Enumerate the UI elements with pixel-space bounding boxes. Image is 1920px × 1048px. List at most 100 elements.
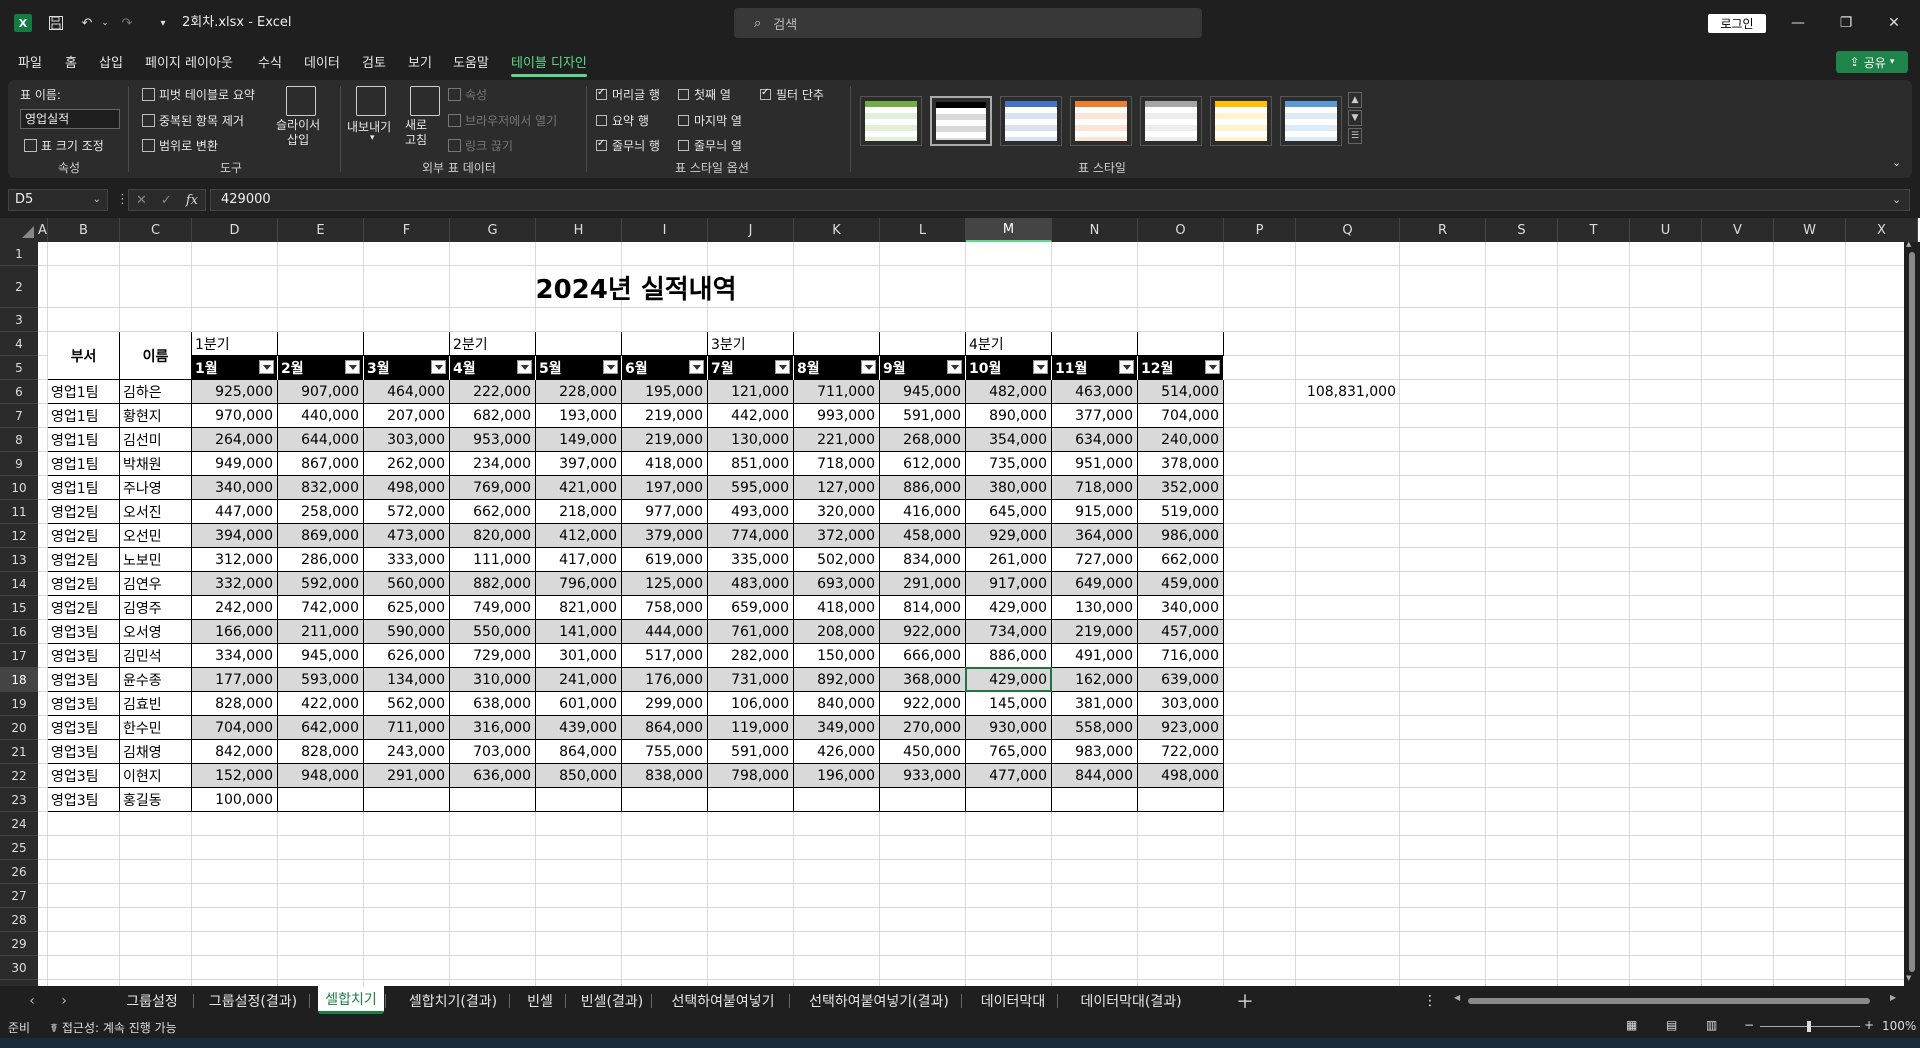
name-cell[interactable]: 홍길동 [120, 788, 192, 812]
value-cell[interactable]: 219,000 [622, 428, 708, 452]
value-cell[interactable]: 649,000 [1052, 572, 1138, 596]
value-cell[interactable]: 970,000 [192, 404, 278, 428]
prev-sheet-icon[interactable]: ‹ [20, 986, 44, 1016]
value-cell[interactable]: 727,000 [1052, 548, 1138, 572]
value-cell[interactable]: 397,000 [536, 452, 622, 476]
filter-dropdown-icon[interactable] [947, 360, 962, 374]
value-cell[interactable]: 948,000 [278, 764, 364, 788]
filter-dropdown-icon[interactable] [861, 360, 876, 374]
ribbon-collapse-icon[interactable]: ⌄ [1892, 156, 1901, 169]
value-cell[interactable]: 662,000 [450, 500, 536, 524]
value-cell[interactable]: 634,000 [1052, 428, 1138, 452]
name-box-dropdown-icon[interactable]: ⌄ [93, 190, 101, 210]
value-cell[interactable]: 261,000 [966, 548, 1052, 572]
column-header[interactable]: M [966, 218, 1052, 242]
value-cell[interactable]: 196,000 [794, 764, 880, 788]
value-cell[interactable]: 922,000 [880, 692, 966, 716]
name-cell[interactable]: 윤수종 [120, 668, 192, 692]
value-cell[interactable]: 450,000 [880, 740, 966, 764]
dept-cell[interactable]: 영업2팀 [48, 548, 120, 572]
row-header[interactable]: 9 [0, 452, 38, 476]
unlink-button[interactable]: 링크 끊기 [448, 137, 513, 154]
value-cell[interactable]: 949,000 [192, 452, 278, 476]
value-cell[interactable]: 333,000 [364, 548, 450, 572]
value-cell[interactable]: 907,000 [278, 380, 364, 404]
page-layout-view-icon[interactable]: ▤ [1666, 1018, 1677, 1032]
value-cell[interactable]: 100,000 [192, 788, 278, 812]
value-cell[interactable]: 595,000 [708, 476, 794, 500]
value-cell[interactable]: 864,000 [622, 716, 708, 740]
value-cell[interactable]: 558,000 [1052, 716, 1138, 740]
value-cell[interactable]: 152,000 [192, 764, 278, 788]
value-cell[interactable]: 310,000 [450, 668, 536, 692]
value-cell[interactable]: 798,000 [708, 764, 794, 788]
tab-help[interactable]: 도움말 [453, 52, 489, 71]
value-cell[interactable]: 735,000 [966, 452, 1052, 476]
dept-cell[interactable]: 영업3팀 [48, 668, 120, 692]
value-cell[interactable]: 734,000 [966, 620, 1052, 644]
filter-dropdown-icon[interactable] [431, 360, 446, 374]
name-cell[interactable]: 한수민 [120, 716, 192, 740]
value-cell[interactable]: 228,000 [536, 380, 622, 404]
filter-dropdown-icon[interactable] [345, 360, 360, 374]
value-cell[interactable]: 659,000 [708, 596, 794, 620]
row-header[interactable]: 2 [0, 266, 38, 308]
value-cell[interactable]: 953,000 [450, 428, 536, 452]
value-cell[interactable]: 886,000 [880, 476, 966, 500]
value-cell[interactable]: 299,000 [622, 692, 708, 716]
column-header[interactable]: N [1052, 218, 1138, 242]
select-all-corner[interactable] [0, 218, 38, 242]
column-header[interactable]: B [48, 218, 120, 242]
value-cell[interactable]: 303,000 [364, 428, 450, 452]
value-cell[interactable]: 882,000 [450, 572, 536, 596]
value-cell[interactable]: 282,000 [708, 644, 794, 668]
value-cell[interactable]: 394,000 [192, 524, 278, 548]
row-header[interactable]: 23 [0, 788, 38, 812]
row-header[interactable]: 17 [0, 644, 38, 668]
value-cell[interactable]: 892,000 [794, 668, 880, 692]
value-cell[interactable]: 769,000 [450, 476, 536, 500]
value-cell[interactable]: 482,000 [966, 380, 1052, 404]
sheet-tab[interactable]: 데이터막대 [970, 986, 1056, 1016]
value-cell[interactable]: 592,000 [278, 572, 364, 596]
tab-formulas[interactable]: 수식 [258, 52, 282, 71]
value-cell[interactable]: 742,000 [278, 596, 364, 620]
vertical-scroll-thumb[interactable] [1909, 252, 1915, 972]
row-header[interactable]: 16 [0, 620, 38, 644]
value-cell[interactable]: 340,000 [1138, 596, 1224, 620]
value-cell[interactable]: 197,000 [622, 476, 708, 500]
row-header[interactable]: 13 [0, 548, 38, 572]
column-header[interactable]: T [1558, 218, 1630, 242]
value-cell[interactable]: 850,000 [536, 764, 622, 788]
value-cell[interactable]: 127,000 [794, 476, 880, 500]
dept-cell[interactable]: 영업3팀 [48, 740, 120, 764]
tab-review[interactable]: 검토 [362, 52, 386, 71]
value-cell[interactable] [794, 788, 880, 812]
value-cell[interactable] [364, 788, 450, 812]
column-header[interactable]: D [192, 218, 278, 242]
value-cell[interactable]: 820,000 [450, 524, 536, 548]
column-header[interactable]: K [794, 218, 880, 242]
name-cell[interactable]: 박채원 [120, 452, 192, 476]
value-cell[interactable] [966, 788, 1052, 812]
value-cell[interactable]: 422,000 [278, 692, 364, 716]
table-style-swatch[interactable] [1070, 96, 1132, 146]
insert-function-icon[interactable]: fx [186, 193, 198, 208]
name-box[interactable]: D5 ⌄ [8, 189, 108, 211]
value-cell[interactable]: 130,000 [1052, 596, 1138, 620]
dept-cell[interactable]: 영업3팀 [48, 788, 120, 812]
value-cell[interactable]: 562,000 [364, 692, 450, 716]
gallery-expand-icon[interactable]: ☰ [1348, 128, 1362, 144]
value-cell[interactable]: 765,000 [966, 740, 1052, 764]
row-header[interactable]: 26 [0, 860, 38, 884]
dept-cell[interactable]: 영업2팀 [48, 572, 120, 596]
value-cell[interactable]: 945,000 [880, 380, 966, 404]
column-header[interactable]: Q [1296, 218, 1400, 242]
undo-dropdown-icon[interactable]: ⌄ [100, 0, 110, 46]
value-cell[interactable]: 842,000 [192, 740, 278, 764]
month-header[interactable]: 11월 [1052, 356, 1138, 380]
value-cell[interactable]: 601,000 [536, 692, 622, 716]
pivot-summary-button[interactable]: 피벗 테이블로 요약 [142, 86, 255, 103]
tab-page-layout[interactable]: 페이지 레이아웃 [145, 52, 233, 71]
value-cell[interactable]: 219,000 [1052, 620, 1138, 644]
